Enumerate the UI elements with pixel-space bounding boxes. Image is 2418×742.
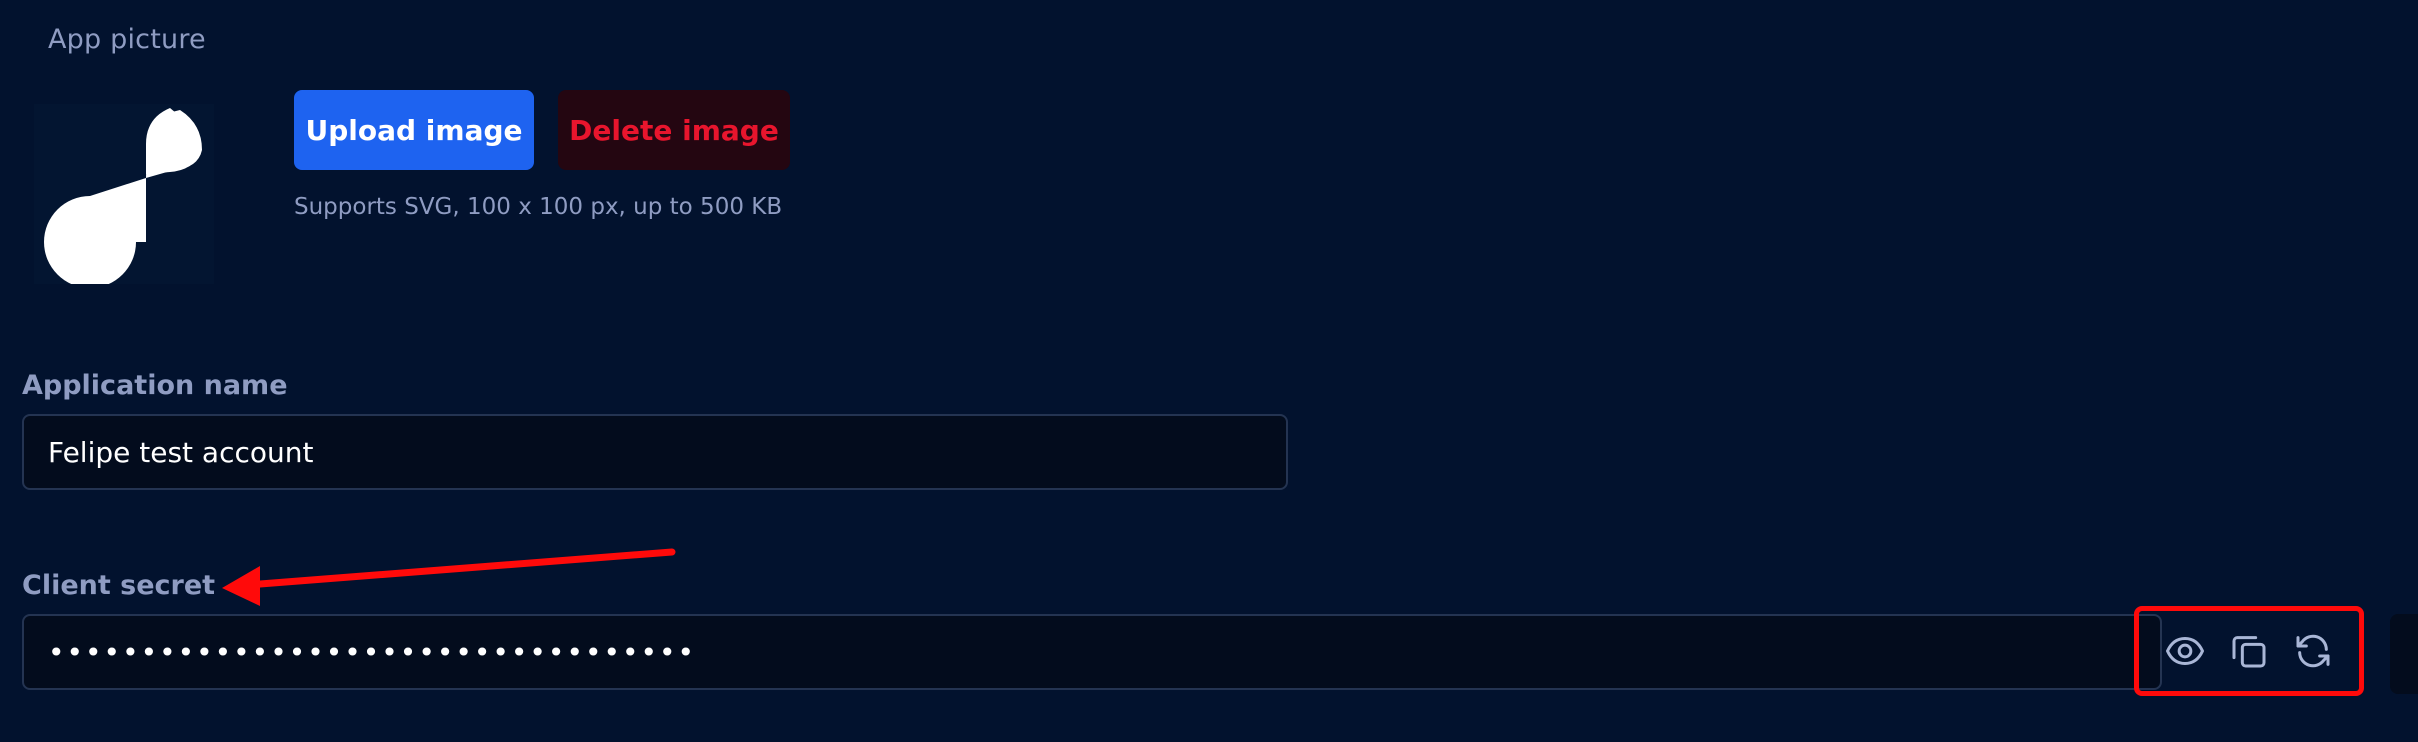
upload-image-button[interactable]: Upload image [294,90,534,170]
image-requirements-hint: Supports SVG, 100 x 100 px, up to 500 KB [294,194,783,220]
client-secret-label: Client secret [22,570,216,601]
app-logo [34,104,214,288]
client-secret-actions-highlight [2134,606,2364,696]
application-name-label: Application name [22,370,288,401]
delete-image-button[interactable]: Delete image [558,90,790,170]
app-logo-icon [44,108,202,288]
refresh-icon[interactable] [2290,628,2336,674]
copy-icon[interactable] [2226,628,2272,674]
client-secret-masked-value: ••••••••••••••••••••••••••••••••••• [48,635,697,669]
client-secret-input[interactable]: ••••••••••••••••••••••••••••••••••• [22,614,2162,690]
application-name-input[interactable]: Felipe test account [22,414,1288,490]
application-name-value: Felipe test account [48,435,314,469]
adjacent-field-edge [2390,614,2418,694]
app-settings-page: App picture Upload image Delete image Su… [0,0,2418,742]
eye-icon[interactable] [2162,628,2208,674]
app-picture-label: App picture [48,24,206,55]
